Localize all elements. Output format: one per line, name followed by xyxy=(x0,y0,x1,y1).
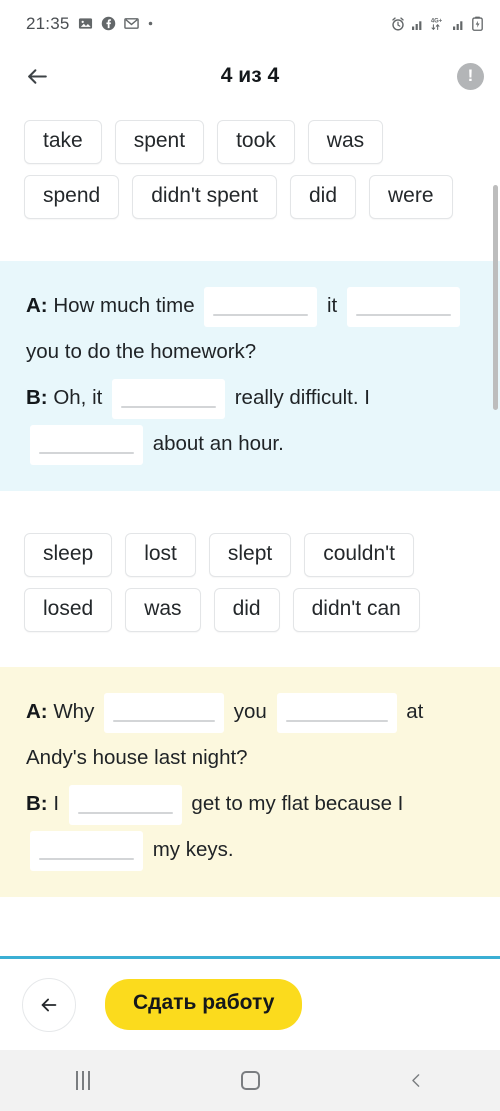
dialogue-text: it xyxy=(321,294,343,318)
dot-icon xyxy=(147,20,154,27)
word-chip[interactable]: slept xyxy=(208,533,292,578)
previous-question-button[interactable] xyxy=(22,977,76,1032)
dialogue-text: Oh, it xyxy=(47,386,109,410)
word-chip[interactable]: spend xyxy=(24,175,120,220)
dialogue-text: really difficult. I xyxy=(229,386,370,410)
bottom-action-bar: Сдать работу xyxy=(0,956,500,1050)
back-chevron-icon xyxy=(412,1074,420,1087)
status-clock: 21:35 xyxy=(26,13,70,33)
svg-text:4G+: 4G+ xyxy=(431,19,443,25)
word-chip[interactable]: did xyxy=(289,175,357,220)
app-header: 4 из 4 ! xyxy=(0,47,500,105)
speaker-label: B: xyxy=(26,792,48,816)
signal-bars-icon xyxy=(452,17,466,31)
dialogue-text: get to my flat because I xyxy=(185,792,404,816)
battery-icon xyxy=(471,16,484,31)
status-bar-right: 4G+ xyxy=(390,16,484,32)
back-button[interactable] xyxy=(20,59,54,93)
page-title: 4 из 4 xyxy=(220,64,280,87)
signal-bars-icon xyxy=(411,17,425,31)
nav-home-button[interactable] xyxy=(167,1050,334,1111)
dialogue-text: you xyxy=(228,700,273,724)
word-chip[interactable]: was xyxy=(307,120,384,165)
info-button[interactable]: ! xyxy=(457,62,484,90)
word-chip[interactable]: didn't can xyxy=(292,588,420,633)
dialogue-text: Why xyxy=(47,700,101,724)
speaker-label: A: xyxy=(26,700,48,724)
info-icon: ! xyxy=(467,66,474,85)
word-chip[interactable]: did xyxy=(213,588,280,633)
blank-field[interactable] xyxy=(204,286,318,327)
blank-field[interactable] xyxy=(112,378,226,419)
dialogue-text: about an hour. xyxy=(147,432,284,456)
word-chip[interactable]: spent xyxy=(114,120,205,165)
speaker-label: B: xyxy=(26,386,48,410)
blank-field[interactable] xyxy=(346,286,460,327)
alarm-icon xyxy=(390,16,406,32)
home-icon xyxy=(240,1071,260,1090)
nav-recents-button[interactable] xyxy=(0,1050,167,1111)
word-chip[interactable]: didn't spent xyxy=(132,175,277,220)
blank-field[interactable] xyxy=(68,784,182,825)
word-chip[interactable]: take xyxy=(24,120,102,165)
word-chip[interactable]: couldn't xyxy=(304,533,414,578)
speaker-label: A: xyxy=(26,294,48,318)
dialogue-line: A: Why you at Andy's house last night? xyxy=(26,689,474,781)
word-chip[interactable]: losed xyxy=(24,588,113,633)
blank-field[interactable] xyxy=(30,830,143,871)
dialogue-panel-2: A: Why you at Andy's house last night? B… xyxy=(0,667,500,898)
back-arrow-icon xyxy=(27,68,47,84)
word-chip[interactable]: lost xyxy=(125,533,196,578)
blank-field[interactable] xyxy=(30,424,143,465)
dialogue-line: B: Oh, it really difficult. I about an h… xyxy=(26,375,474,467)
dialogue-line: A: How much time it you to do the homewo… xyxy=(26,283,474,375)
status-bar-left: 21:35 xyxy=(26,14,154,34)
dialogue-line: B: I get to my flat because I my keys. xyxy=(26,781,474,873)
word-bank-1: take spent took was spend didn't spent did were xyxy=(0,105,500,220)
exercise-scroll-area[interactable]: take spent took was spend didn't spent did were… xyxy=(0,105,500,954)
recents-icon xyxy=(76,1071,91,1090)
word-bank-2: sleep lost slept couldn't losed was did didn't … xyxy=(0,533,500,633)
network-4g-plus-icon: 4G+ xyxy=(430,16,447,31)
android-nav-bar xyxy=(0,1050,500,1111)
dialogue-text: How much time xyxy=(47,294,201,318)
dialogue-text: my keys. xyxy=(147,838,234,862)
dialogue-panel-1: A: How much time it you to do the homewo… xyxy=(0,261,500,492)
blank-field[interactable] xyxy=(276,692,397,733)
facebook-icon xyxy=(101,16,116,31)
previous-arrow-icon xyxy=(41,998,57,1011)
word-chip[interactable]: were xyxy=(369,175,453,220)
nav-back-button[interactable] xyxy=(333,1050,500,1111)
word-chip[interactable]: took xyxy=(217,120,295,165)
blank-field[interactable] xyxy=(104,692,225,733)
word-chip[interactable]: was xyxy=(125,588,201,633)
dialogue-text: I xyxy=(47,792,65,816)
word-chip[interactable]: sleep xyxy=(24,533,113,578)
status-bar: 21:35 4G+ xyxy=(0,0,500,47)
photos-icon xyxy=(78,16,93,31)
vertical-scrollbar[interactable] xyxy=(493,185,498,410)
submit-work-button[interactable]: Сдать работу xyxy=(105,979,303,1030)
dialogue-text: you to do the homework? xyxy=(26,340,257,364)
gmail-icon xyxy=(123,16,139,31)
